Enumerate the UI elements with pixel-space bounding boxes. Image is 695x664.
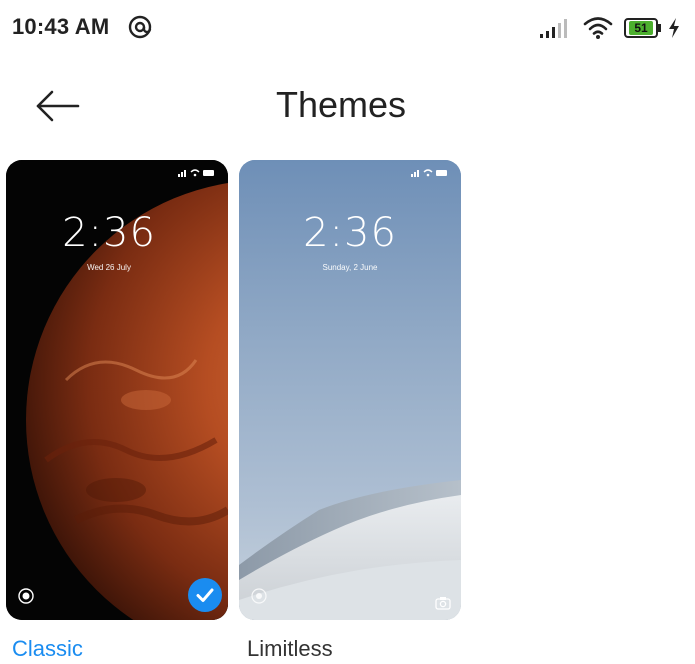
app-header: Themes — [0, 72, 695, 142]
lock-screen-time: 2:36 — [62, 210, 156, 256]
lock-screen-time: 2:36 — [303, 210, 397, 256]
wifi-icon — [583, 16, 613, 40]
page-title: Themes — [275, 84, 407, 125]
camera-icon — [435, 597, 451, 610]
status-bar: 10:43 AM 51 — [0, 0, 695, 58]
record-dot-icon — [18, 588, 34, 604]
at-sign-notification-icon — [128, 15, 152, 39]
record-dot-icon — [251, 588, 267, 604]
status-time: 10:43 AM — [12, 14, 110, 39]
battery-icon: 51 — [623, 18, 663, 38]
theme-card-limitless[interactable]: 2:36 Sunday, 2 June Limitless — [239, 160, 461, 661]
selected-checkmark-icon — [188, 578, 222, 612]
theme-preview-classic[interactable]: 2:36 Wed 26 July — [6, 160, 228, 620]
cellular-signal-icon — [539, 19, 569, 39]
lock-screen-date: Sunday, 2 June — [322, 263, 378, 272]
theme-name-classic: Classic — [12, 636, 83, 661]
theme-preview-limitless[interactable]: 2:36 Sunday, 2 June — [239, 160, 461, 620]
theme-name-limitless: Limitless — [247, 636, 333, 661]
lock-screen-date: Wed 26 July — [87, 263, 131, 272]
preview-status-icons — [411, 169, 447, 177]
charging-bolt-icon — [667, 17, 681, 39]
battery-level: 51 — [629, 21, 653, 35]
theme-card-classic[interactable]: 2:36 Wed 26 July Classic — [6, 160, 228, 661]
preview-status-icons — [178, 169, 214, 177]
